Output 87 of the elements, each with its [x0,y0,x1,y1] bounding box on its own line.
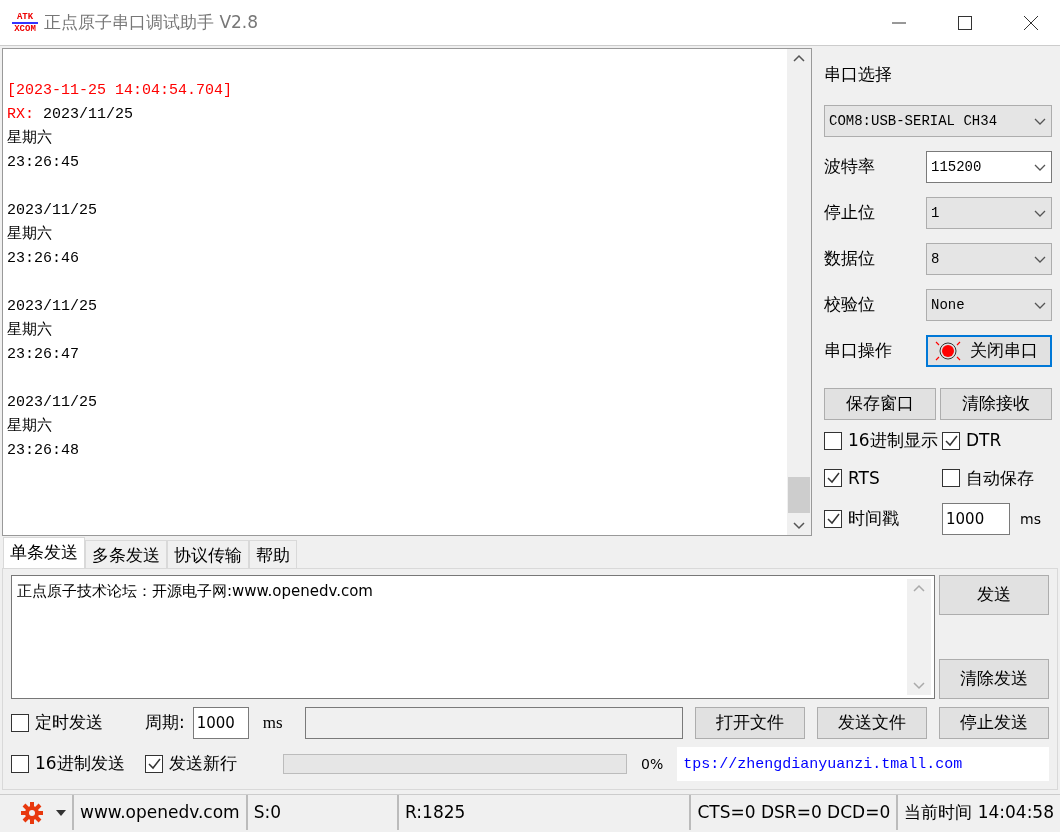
tab[interactable]: 多条发送 [85,540,167,568]
setting-label: 校验位 [824,293,875,317]
unit-label: ms [1020,509,1041,529]
app-logo: ATK XCOM [12,11,38,34]
minimize-icon [892,21,906,24]
receive-button[interactable]: 清除接收 [940,388,1052,420]
checkbox-label: 自动保存 [966,466,1034,490]
shop-link[interactable]: tps://zhengdianyuanzi.tmall.com [677,747,1049,781]
chevron-down-icon [1033,254,1047,264]
check-icon [147,757,161,771]
checkbox[interactable] [11,755,29,773]
checkbox[interactable] [11,714,29,732]
checkbox-label: 时间戳 [848,507,899,531]
file-path-field[interactable] [304,707,683,739]
scrollbar[interactable] [787,49,811,535]
scroll-down-icon[interactable] [792,521,806,531]
setting-dropdown[interactable]: 115200 [926,151,1052,183]
interval-field[interactable]: 1000 [942,503,1010,535]
received-line: 2023/11/25 [42,106,134,123]
status-text: www.openedv.com [74,795,248,830]
received-line: 23:26:47 [7,346,79,363]
scroll-up-icon[interactable] [792,53,806,63]
send-button[interactable]: 清除发送 [939,659,1049,699]
period-field[interactable]: 1000 [192,707,249,739]
checkbox-label: 定时发送 [35,711,103,735]
timestamp-line: [2023-11-25 14:04:54.704] [7,82,233,99]
progress-reading: 0% [641,754,664,774]
window-title: 正点原子串口调试助手 V2.8 [44,10,259,34]
checkbox-label: DTR [966,429,1002,452]
chevron-down-icon [1033,300,1047,310]
setting-dropdown[interactable]: None [926,289,1052,321]
send-button[interactable]: 发送 [939,575,1049,615]
operation-label: 串口操作 [824,339,892,363]
status-text: CTS=0 DSR=0 DCD=0 [691,795,899,830]
setting-label: 停止位 [824,201,875,225]
gear-icon[interactable] [20,800,46,825]
status-text: S:0 [247,795,400,830]
tab[interactable]: 单条发送 [3,537,85,568]
period-label: 周期: [145,711,185,735]
checkbox[interactable] [942,431,960,450]
checkbox[interactable] [824,469,842,488]
setting-dropdown[interactable]: 8 [926,243,1052,275]
check-icon [826,471,840,486]
received-line: 星期六 [7,130,52,147]
checkbox-label: 发送新行 [169,752,237,776]
setting-dropdown[interactable]: 1 [926,197,1052,229]
checkbox[interactable] [824,510,842,528]
checkbox[interactable] [824,431,842,450]
checkbox-label: RTS [848,466,880,490]
receive-button[interactable]: 保存窗口 [824,388,936,420]
rx-prefix: RX: [7,106,34,123]
lamp-icon [934,339,962,363]
setting-label: 波特率 [824,155,875,179]
file-button[interactable]: 停止发送 [939,707,1049,739]
received-line: 23:26:46 [7,250,79,267]
file-button[interactable]: 打开文件 [695,707,805,739]
received-line: 2023/11/25 [7,394,97,411]
file-button[interactable]: 发送文件 [817,707,927,739]
check-icon [944,433,958,448]
unit-label: ms [262,712,283,735]
check-icon [826,512,840,526]
port-label: 串口选择 [824,63,892,87]
chevron-down-icon [1033,116,1047,126]
received-line: 2023/11/25 [7,202,97,219]
received-line: 星期六 [7,226,52,243]
maximize-icon [957,14,973,31]
status-text: 当前时间 14:04:58 [903,800,1055,824]
chevron-down-icon [1033,208,1047,218]
status-text: R:1825 [399,795,692,830]
chevron-down-icon [1033,162,1047,172]
checkbox[interactable] [145,755,163,773]
received-line: 23:26:45 [7,154,79,171]
received-line: 星期六 [7,418,52,435]
tab[interactable]: 协议传输 [167,540,249,568]
tab[interactable]: 帮助 [249,540,297,568]
setting-label: 数据位 [824,247,875,271]
received-line: 2023/11/25 [7,298,97,315]
checkbox[interactable] [942,469,960,488]
port-dropdown[interactable]: COM8:USB-SERIAL CH34 [824,105,1052,137]
close-icon [1023,14,1039,31]
received-line: 23:26:48 [7,442,79,459]
received-line: 星期六 [7,322,52,339]
scroll-thumb[interactable] [788,477,810,513]
checkbox-label: 16进制显示 [848,429,938,452]
close-port-button[interactable]: 关闭串口 [926,335,1052,367]
caret-icon[interactable] [56,809,66,816]
checkbox-label: 16进制发送 [35,752,125,776]
